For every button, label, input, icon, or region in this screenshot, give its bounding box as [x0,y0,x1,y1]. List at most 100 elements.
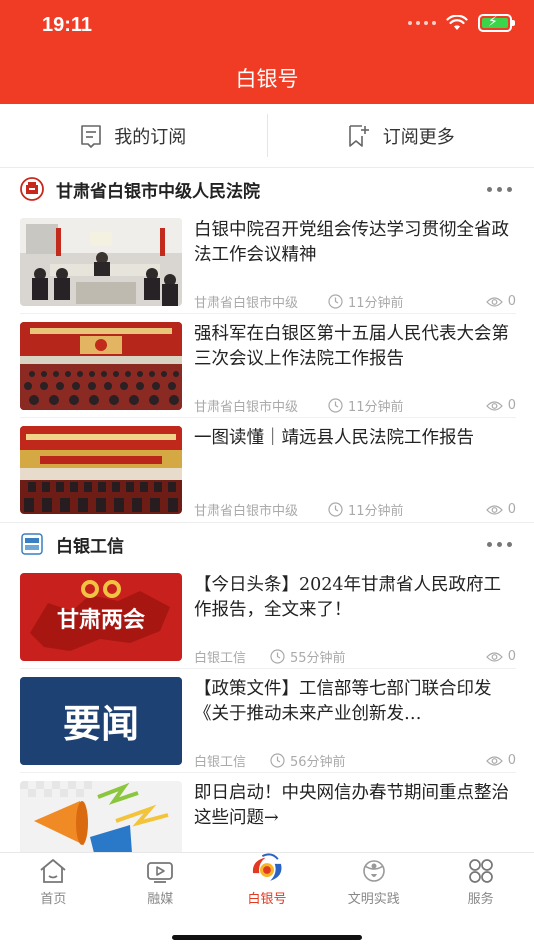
article-time-text: 56分钟前 [290,755,346,770]
tab-civilization[interactable]: 文明实践 [320,853,427,913]
article-body: 【今日头条】2024年甘肃省人民政府工作报告，全文来了！ 白银工信 55分钟前 … [194,573,516,668]
article-time: 11分钟前 [328,396,486,415]
clock-icon [270,753,285,768]
article-body: 一图读懂｜靖远县人民法院工作报告 甘肃省白银市中级 11分钟前 0 [194,426,516,522]
tab-home[interactable]: 首页 [0,853,107,913]
article-title: 【政策文件】工信部等七部门联合印发《关于推动未来产业创新发… [194,679,492,724]
wifi-icon [446,15,468,30]
article-source: 甘肃省白银市中级 [194,504,299,519]
thumbnail-text: 要闻 [63,701,139,746]
article-time: 11分钟前 [328,292,486,311]
article-views: 0 [485,502,516,517]
article-views-count: 0 [507,502,516,517]
more-options-icon[interactable] [485,536,514,553]
court-emblem-icon [20,177,44,201]
channel-header[interactable]: 甘肃省白银市中级人民法院 [0,168,534,210]
thumbnail-text: 甘肃两会 [57,607,145,633]
article-time: 55分钟前 [270,647,486,666]
article-title: 即日启动！中央网信办春节期间重点整治这些问题→ [194,783,509,828]
clock-icon [270,649,285,664]
article-thumbnail [20,781,182,852]
article-views: 0 [485,753,516,768]
baiyin-logo-icon [252,853,282,881]
article-views-count: 0 [507,398,516,413]
article-time-text: 55分钟前 [290,651,346,666]
article-views: 0 [485,649,516,664]
tab-label: 融媒 [147,892,174,907]
more-options-icon[interactable] [485,181,514,198]
tab-label: 首页 [40,892,67,907]
nav-bar: 白银号 [0,52,534,104]
tab-label: 服务 [467,892,494,907]
article-item[interactable]: 即日启动！中央网信办春节期间重点整治这些问题→ [20,773,516,852]
civilization-icon [362,860,385,882]
article-views: 0 [485,294,516,309]
cellular-signal-icon [408,21,436,25]
article-meta: 白银工信 55分钟前 0 [194,647,516,666]
channel-header[interactable]: 白银工信 [0,523,534,565]
article-meta: 甘肃省白银市中级 11分钟前 0 [194,500,516,519]
article-source: 白银工信 [194,755,247,770]
article-title: 强科军在白银区第十五届人民代表大会第三次会议上作法院工作报告 [194,324,509,369]
article-item[interactable]: 一图读懂｜靖远县人民法院工作报告 甘肃省白银市中级 11分钟前 0 [20,418,516,522]
article-time-text: 11分钟前 [348,504,404,519]
article-thumbnail: 甘肃两会 [20,573,182,661]
article-body: 白银中院召开党组会传达学习贯彻全省政法工作会议精神 甘肃省白银市中级 11分钟前… [194,218,516,313]
eye-icon [485,296,503,307]
article-thumbnail [20,218,182,306]
page-title: 白银号 [235,67,299,91]
article-source: 甘肃省白银市中级 [194,296,299,311]
video-icon [147,862,174,883]
clock-icon [328,294,343,309]
article-item[interactable]: 要闻 【政策文件】工信部等七部门联合印发《关于推动未来产业创新发… 白银工信 5… [20,669,516,773]
article-views-count: 0 [507,294,516,309]
article-time: 56分钟前 [270,751,486,770]
status-bar: 19:11 ⚡ [0,0,534,52]
tab-label: 白银号 [247,892,287,907]
channel-title: 白银工信 [56,536,124,557]
bookmark-add-icon [348,124,369,147]
grid-services-icon [468,859,493,883]
article-item[interactable]: 白银中院召开党组会传达学习贯彻全省政法工作会议精神 甘肃省白银市中级 11分钟前… [20,210,516,314]
home-indicator [172,935,362,940]
status-time: 19:11 [42,14,93,36]
article-body: 即日启动！中央网信办春节期间重点整治这些问题→ [194,781,516,852]
eye-icon [485,504,503,515]
article-thumbnail [20,322,182,410]
tab-media[interactable]: 融媒 [107,853,214,913]
status-icons: ⚡ [408,14,515,32]
bottom-tab-bar: 首页 融媒 白银号 文明实践 服务 [0,852,534,950]
my-subscriptions-label: 我的订阅 [114,126,187,148]
article-thumbnail [20,426,182,514]
article-time: 11分钟前 [328,500,486,519]
article-thumbnail: 要闻 [20,677,182,765]
more-subscriptions-button[interactable]: 订阅更多 [268,104,534,167]
article-source: 甘肃省白银市中级 [194,400,299,415]
more-subscriptions-label: 订阅更多 [382,126,455,148]
article-time-text: 11分钟前 [348,400,404,415]
article-body: 【政策文件】工信部等七部门联合印发《关于推动未来产业创新发… 白银工信 56分钟… [194,677,516,772]
article-item[interactable]: 强科军在白银区第十五届人民代表大会第三次会议上作法院工作报告 甘肃省白银市中级 … [20,314,516,418]
my-subscriptions-button[interactable]: 我的订阅 [0,104,267,167]
article-meta: 甘肃省白银市中级 11分钟前 0 [194,292,516,311]
article-views-count: 0 [507,753,516,768]
subscription-list-icon [81,124,102,148]
article-meta: 白银工信 56分钟前 0 [194,751,516,770]
eye-icon [485,755,503,766]
eye-icon [485,651,503,662]
article-body: 强科军在白银区第十五届人民代表大会第三次会议上作法院工作报告 甘肃省白银市中级 … [194,322,516,417]
tab-baiyinhao[interactable]: 白银号 [214,853,321,913]
clock-icon [328,502,343,517]
tab-services[interactable]: 服务 [427,853,534,913]
tab-label: 文明实践 [347,892,400,907]
baiyin-gongxin-logo-icon [20,532,44,556]
article-views-count: 0 [507,649,516,664]
article-item[interactable]: 甘肃两会 【今日头条】2024年甘肃省人民政府工作报告，全文来了！ 白银工信 5… [20,565,516,669]
article-title: 白银中院召开党组会传达学习贯彻全省政法工作会议精神 [194,220,509,265]
battery-icon: ⚡ [478,14,515,32]
article-views: 0 [485,398,516,413]
article-time-text: 11分钟前 [348,296,404,311]
clock-icon [328,398,343,413]
article-title: 【今日头条】2024年甘肃省人民政府工作报告，全文来了！ [194,575,502,620]
subscription-bar: 我的订阅 订阅更多 [0,104,534,168]
